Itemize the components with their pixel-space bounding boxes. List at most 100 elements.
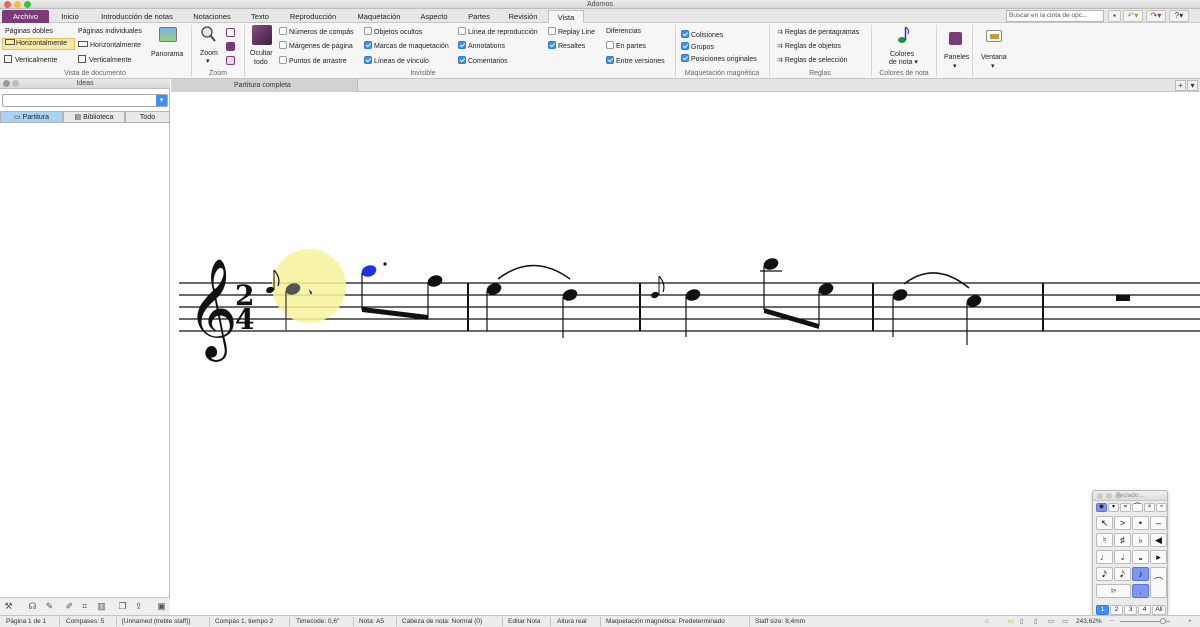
slur[interactable] xyxy=(903,272,970,289)
half-rest[interactable] xyxy=(1116,295,1130,301)
checkbox-en-partes[interactable]: En partes xyxy=(606,41,646,51)
checkbox-comentarios[interactable]: Comentarios xyxy=(458,56,508,66)
tools-icon[interactable]: ⚒ xyxy=(3,601,14,612)
panorama-icon[interactable] xyxy=(159,27,177,42)
ocultar-todo-icon[interactable] xyxy=(252,25,272,45)
tab-partitura[interactable]: ▭ Partitura xyxy=(0,111,63,123)
tab-partes[interactable]: Partes xyxy=(460,10,498,23)
help-icon[interactable]: ?▾ xyxy=(1169,10,1189,22)
note-colors-icon[interactable] xyxy=(897,25,911,45)
tab-revision[interactable]: Revisión xyxy=(502,10,544,23)
magnifier-icon[interactable] xyxy=(200,25,217,43)
slur[interactable] xyxy=(497,264,571,280)
whole-note-key[interactable]: 𝅝 xyxy=(1132,550,1149,564)
keypad-layout-4[interactable]: 4 xyxy=(1138,605,1151,615)
dot-key[interactable]: ▸ xyxy=(1150,550,1167,564)
quarter-note[interactable] xyxy=(891,287,909,302)
thirtysecond-note-key[interactable]: 𝅘𝅥𝅮 xyxy=(1114,567,1131,581)
ventana-icon[interactable] xyxy=(986,30,1002,42)
view-horizontal-icon[interactable]: ▭ xyxy=(1008,616,1014,627)
whole-page-icon[interactable] xyxy=(226,42,235,51)
checkbox-colisiones[interactable]: Colisiones xyxy=(681,30,723,40)
paneles-icon[interactable] xyxy=(949,32,962,45)
zoom-slider-handle[interactable] xyxy=(1160,618,1166,624)
keypad-tab-jazz[interactable]: 𝄐 xyxy=(1156,503,1167,512)
natural-key[interactable]: ♮ xyxy=(1096,533,1113,547)
quarter-note[interactable] xyxy=(561,287,579,302)
zoom-out-icon[interactable]: − xyxy=(1110,616,1114,627)
tab-notaciones[interactable]: Notaciones xyxy=(186,10,238,23)
chevron-down-icon[interactable]: ▾ xyxy=(156,95,167,106)
checkbox-annotations[interactable]: Annotations xyxy=(458,41,505,51)
keypad-tab-beams[interactable]: = xyxy=(1120,503,1131,512)
quarter-note[interactable] xyxy=(684,287,702,302)
trash-icon[interactable]: ▥ xyxy=(96,601,107,612)
treble-clef[interactable]: 𝄞 xyxy=(187,258,238,362)
view-vertical-icon[interactable]: ▯ xyxy=(1020,616,1024,627)
ribbon-search-input[interactable]: Buscar en la cinta de opc... xyxy=(1006,10,1104,22)
undo-icon[interactable]: ↶▾ xyxy=(1123,10,1143,22)
checkbox-marcas-maquetacion[interactable]: Marcas de maquetación xyxy=(364,41,449,51)
edit-idea-icon[interactable]: ✎ xyxy=(44,601,55,612)
eighth-note-key[interactable]: ♪ xyxy=(1132,567,1149,581)
tab-todo[interactable]: Todo xyxy=(125,111,170,123)
de-nota-label[interactable]: de nota ▾ xyxy=(889,58,918,67)
panorama-label[interactable]: Panorama xyxy=(151,50,183,59)
capture-idea-icon[interactable]: ☊ xyxy=(27,601,38,612)
quarter-note-key[interactable]: ♩ xyxy=(1096,550,1113,564)
checkbox-grupos[interactable]: Grupos xyxy=(681,42,714,52)
view-single-icon[interactable]: ▯ xyxy=(1034,616,1038,627)
paginas-dobles-horizontal-button[interactable]: Horizontalmente xyxy=(2,38,75,50)
tab-maquetacion[interactable]: Maquetación xyxy=(349,10,409,23)
tab-inicio[interactable]: Inicio xyxy=(53,10,87,23)
add-tab-icon[interactable]: + xyxy=(1175,80,1186,91)
checkbox-objetos-ocultos[interactable]: Objetos ocultos xyxy=(364,27,422,37)
keypad-tab-main[interactable]: ◉ xyxy=(1096,503,1107,512)
keypad-layout-all[interactable]: All xyxy=(1152,605,1166,615)
two-pages-icon[interactable] xyxy=(226,56,235,65)
paginas-individuales-horizontal-button[interactable]: Horizontalmente xyxy=(78,41,141,50)
tab-texto[interactable]: Texto xyxy=(243,10,277,23)
reglas-objetos-button[interactable]: ⇉ Reglas de objetos xyxy=(777,42,841,51)
export-icon[interactable]: ⇪ xyxy=(133,601,144,612)
time-signature-denominator[interactable]: 4 xyxy=(235,303,254,336)
keypad-layout-2[interactable]: 2 xyxy=(1110,605,1123,615)
checkbox-numeros-compas[interactable]: Números de compás xyxy=(279,27,354,37)
checkbox-replay-line[interactable]: Replay Line xyxy=(548,27,595,37)
tenuto-key[interactable]: – xyxy=(1150,516,1167,530)
score-canvas[interactable]: 𝄞 2 4 xyxy=(171,92,1200,615)
tab-archivo[interactable]: Archivo xyxy=(2,10,49,23)
checkbox-entre-versiones[interactable]: Entre versiones xyxy=(606,56,665,66)
tab-menu-icon[interactable]: ▾ xyxy=(1187,80,1198,91)
page-width-icon[interactable] xyxy=(226,28,235,37)
tab-vista[interactable]: Vista xyxy=(548,10,584,23)
staccato-key[interactable]: • xyxy=(1132,516,1149,530)
save-icon[interactable]: ▪ xyxy=(1108,10,1121,22)
reglas-seleccion-button[interactable]: ⇉ Reglas de selección xyxy=(777,56,847,65)
keypad-tab-articulations[interactable]: ⌒ xyxy=(1132,503,1143,512)
ocultar-label[interactable]: Ocultar xyxy=(250,49,273,58)
ventana-button[interactable]: Ventana xyxy=(981,53,1007,62)
copy-icon[interactable]: ❐ xyxy=(117,601,128,612)
zoom-in-icon[interactable]: + xyxy=(1188,616,1192,627)
eighth-note[interactable] xyxy=(762,256,780,271)
accent-key[interactable]: > xyxy=(1114,516,1131,530)
half-note-key[interactable]: 𝅗𝅥 xyxy=(1114,550,1131,564)
eighth-note[interactable] xyxy=(426,273,444,288)
sharp-key[interactable]: ♯ xyxy=(1114,533,1131,547)
sixteenth-note-key[interactable]: 𝅘𝅥𝅯 xyxy=(1096,567,1113,581)
rest-key[interactable]: ♮𝄾 xyxy=(1096,584,1131,598)
checkbox-resaltes[interactable]: Resaltes xyxy=(548,41,585,51)
view-panorama-icon[interactable]: ▭ xyxy=(1048,616,1054,627)
keypad-tab-tremolo[interactable]: ▾ xyxy=(1108,503,1119,512)
keypad-layout-3[interactable]: 3 xyxy=(1124,605,1137,615)
tab-biblioteca[interactable]: ▤ Biblioteca xyxy=(63,111,125,123)
paneles-button[interactable]: Paneles xyxy=(944,53,969,62)
selected-note-a5[interactable] xyxy=(360,263,378,278)
checkbox-puntos-arrastre[interactable]: Puntos de arrastre xyxy=(279,56,347,66)
view-spreads-icon[interactable]: ▭ xyxy=(1062,616,1068,627)
tie-flag-key[interactable]: ◀ xyxy=(1150,533,1167,547)
tab-reproduccion[interactable]: Reproducción xyxy=(281,10,345,23)
paginas-individuales-vertical-button[interactable]: Verticalmente xyxy=(78,55,131,65)
todo-label[interactable]: todo xyxy=(254,58,268,67)
